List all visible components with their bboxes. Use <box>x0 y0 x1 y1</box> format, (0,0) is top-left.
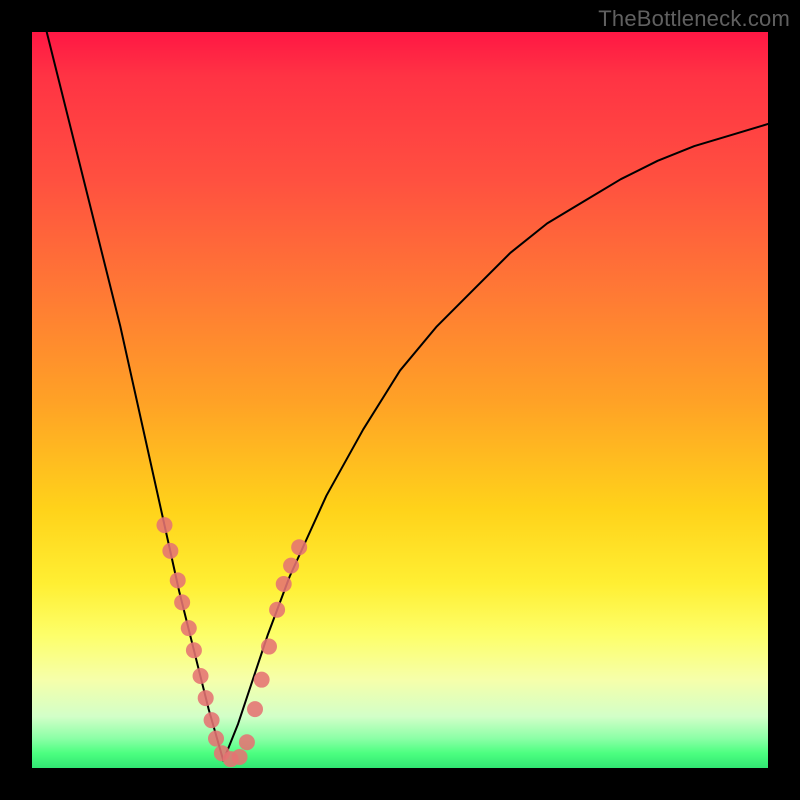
data-point <box>186 642 202 658</box>
data-point <box>204 712 220 728</box>
data-point <box>198 690 214 706</box>
data-point <box>232 749 248 765</box>
data-point <box>156 517 172 533</box>
data-point <box>162 543 178 559</box>
data-point <box>276 576 292 592</box>
chart-svg <box>32 32 768 768</box>
curve-right-branch <box>223 124 768 761</box>
plot-area <box>32 32 768 768</box>
chart-container: TheBottleneck.com <box>0 0 800 800</box>
data-point <box>261 639 277 655</box>
data-point <box>247 701 263 717</box>
data-point <box>269 602 285 618</box>
watermark-text: TheBottleneck.com <box>598 6 790 32</box>
data-point <box>208 731 224 747</box>
data-point-markers <box>156 517 307 767</box>
data-point <box>174 594 190 610</box>
data-point <box>254 672 270 688</box>
data-point <box>181 620 197 636</box>
data-point <box>239 734 255 750</box>
data-point <box>193 668 209 684</box>
data-point <box>283 558 299 574</box>
data-point <box>291 539 307 555</box>
data-point <box>170 572 186 588</box>
